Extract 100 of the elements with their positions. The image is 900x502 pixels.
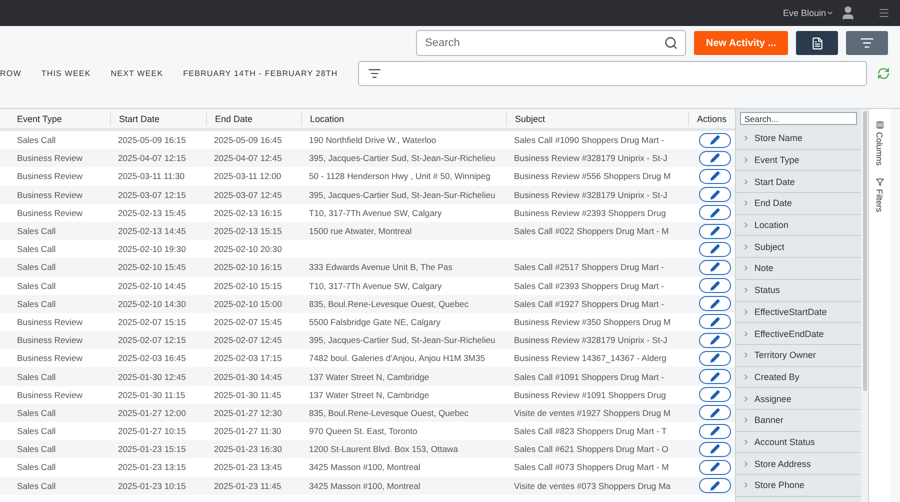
table-cell-text: Sales Call xyxy=(16,135,57,146)
edit-button[interactable] xyxy=(699,242,731,257)
side-tab[interactable]: Columns xyxy=(874,119,885,168)
search-icon[interactable] xyxy=(664,36,678,50)
table-cell-text: Sales Call xyxy=(16,280,57,291)
table-cell-text: Sales Call xyxy=(16,244,57,254)
table-cell-text: Sales Call xyxy=(16,462,57,472)
edit-button[interactable] xyxy=(699,205,731,220)
table-cell-text: 835, Boul.Rene-Levesque Ouest, Quebec xyxy=(308,298,470,309)
pencil-icon xyxy=(710,353,720,364)
table-cell-text: Sales Call #022 Shoppers Drug Mart - M xyxy=(513,226,670,236)
pencil-icon xyxy=(710,171,720,182)
edit-button[interactable] xyxy=(699,168,731,184)
edit-button[interactable] xyxy=(699,350,731,366)
table-cell-text: 2025-01-23 10:15 xyxy=(117,480,187,491)
table-cell-text: 2025-02-10 15:00 xyxy=(213,298,283,309)
filter-icon xyxy=(860,36,874,50)
scrollbar-thumb[interactable] xyxy=(862,111,867,391)
column-header[interactable]: Subject xyxy=(506,112,688,126)
caret-icon[interactable] xyxy=(826,9,834,17)
edit-button[interactable] xyxy=(699,187,731,202)
pencil-icon xyxy=(710,262,720,272)
edit-button[interactable] xyxy=(699,332,731,348)
table-cell-text: 3425 Masson #100, Montreal xyxy=(308,462,422,472)
table-cell-text: Business Review 14367_14367 - Alderg xyxy=(513,353,668,364)
edit-button[interactable] xyxy=(699,296,731,312)
table-cell-text: 2025-01-23 16:30 xyxy=(213,444,283,454)
table-cell-text: T10, 317-7Th Avenue SW, Calgary xyxy=(308,280,443,291)
table-cell-text: 2025-02-13 15:15 xyxy=(213,226,283,236)
table-cell-text: Sales Call #823 Shoppers Drug Mart - T xyxy=(513,426,668,436)
filter-field[interactable] xyxy=(358,60,867,86)
table-cell-text: 137 Water Street N, Cambridge xyxy=(308,372,430,382)
table-cell-text: Business Review xyxy=(16,190,84,200)
edit-button[interactable] xyxy=(699,478,731,494)
date-range-link[interactable]: ROW xyxy=(0,68,22,78)
table-cell-text: Sales Call xyxy=(16,298,57,309)
column-header[interactable]: End Date xyxy=(206,112,301,126)
table-cell-text: 5500 Falsbridge Gate NE, Calgary xyxy=(308,316,442,327)
table-cell-text: 2025-03-07 12:45 xyxy=(213,190,283,200)
pencil-icon xyxy=(710,408,720,418)
filter-button[interactable] xyxy=(846,31,888,55)
edit-button[interactable] xyxy=(699,132,731,148)
table-cell-text: 2025-02-13 14:45 xyxy=(117,226,187,236)
table-cell-text: 2025-03-11 12:00 xyxy=(213,171,282,182)
pencil-icon xyxy=(710,226,720,236)
user-name[interactable]: Eve Blouin xyxy=(782,8,834,18)
table-cell-text: T10, 317-7Th Avenue SW, Calgary xyxy=(308,208,443,218)
edit-button[interactable] xyxy=(699,387,731,402)
table-cell-text: Sales Call #073 Shoppers Drug Mart - M xyxy=(513,462,670,472)
table-cell-text: Sales Call #1927 Shoppers Drug Mart - xyxy=(513,298,665,309)
edit-button[interactable] xyxy=(699,405,731,420)
table-cell-text: 7482 boul. Galeries d'Anjou, Anjou H1M 3M35 xyxy=(308,353,486,364)
table-cell-text: 395, Jacques-Cartier Sud, St-Jean-Sur-Richelieu xyxy=(308,190,496,200)
column-header[interactable]: Event Type xyxy=(0,112,110,126)
table-cell-text: Sales Call xyxy=(16,444,57,454)
table-cell-text: Sales Call xyxy=(16,480,57,491)
refresh-icon[interactable] xyxy=(877,66,890,80)
table-cell-text: 2025-04-07 12:15 xyxy=(117,153,187,164)
table-cell-text: Business Review xyxy=(16,208,84,218)
table-cell-text: Business Review xyxy=(16,171,84,182)
edit-button[interactable] xyxy=(699,442,731,457)
table-cell-text: 333 Edwards Avenue Unit B, The Pas xyxy=(308,262,454,272)
edit-button[interactable] xyxy=(699,314,731,330)
table-cell-text: 190 Northfield Drive W., Waterloo xyxy=(308,135,438,146)
edit-button[interactable] xyxy=(699,278,731,294)
edit-button[interactable] xyxy=(699,224,731,239)
table-cell-text: 2025-02-10 14:30 xyxy=(117,298,187,309)
table-cell-text: Sales Call #1090 Shoppers Drug Mart - xyxy=(513,135,665,146)
table-cell-text: 1200 St-Laurent Blvd. Box 153, Ottawa xyxy=(308,444,460,454)
table-cell-text: Business Review #2393 Shoppers Drug xyxy=(513,208,667,218)
table-cell-text: 2025-02-13 15:45 xyxy=(117,208,187,218)
column-search-field[interactable]: Search... xyxy=(740,112,858,125)
export-button[interactable] xyxy=(796,31,838,55)
table-cell-text: 2025-01-30 12:45 xyxy=(117,372,187,382)
column-header[interactable]: Start Date xyxy=(110,112,206,126)
table-cell-text: 2025-01-27 10:15 xyxy=(117,426,187,436)
edit-button[interactable] xyxy=(699,424,731,439)
edit-button[interactable] xyxy=(699,460,731,475)
table-cell-text: 835, Boul.Rene-Levesque Ouest, Quebec xyxy=(308,408,470,418)
date-range-link[interactable]: FEBRUARY 14TH - FEBRUARY 28TH xyxy=(183,68,338,78)
pencil-icon xyxy=(710,480,720,491)
pencil-icon xyxy=(710,372,720,382)
date-range-link[interactable]: NEXT WEEK xyxy=(110,68,164,78)
table-cell-text: Business Review xyxy=(16,153,84,164)
date-range-link[interactable]: THIS WEEK xyxy=(41,68,91,78)
pencil-icon xyxy=(710,280,720,291)
edit-button[interactable] xyxy=(699,260,731,275)
menu-icon[interactable] xyxy=(878,7,890,19)
table-cell-text: Sales Call xyxy=(16,262,57,272)
side-tab[interactable]: Filters xyxy=(874,176,885,214)
table-cell-text: Business Review #350 Shoppers Drug M xyxy=(513,316,672,327)
user-icon[interactable] xyxy=(840,5,856,21)
column-header[interactable]: Location xyxy=(301,112,506,126)
table-cell-text: 2025-02-10 15:45 xyxy=(117,262,187,272)
table-cell-text: 2025-02-10 20:30 xyxy=(213,244,283,254)
edit-button[interactable] xyxy=(699,369,731,384)
edit-button[interactable] xyxy=(699,150,731,166)
table-cell-text: 2025-02-13 16:15 xyxy=(213,208,283,218)
search-field[interactable]: Search xyxy=(416,30,686,56)
columns-icon xyxy=(876,121,884,129)
